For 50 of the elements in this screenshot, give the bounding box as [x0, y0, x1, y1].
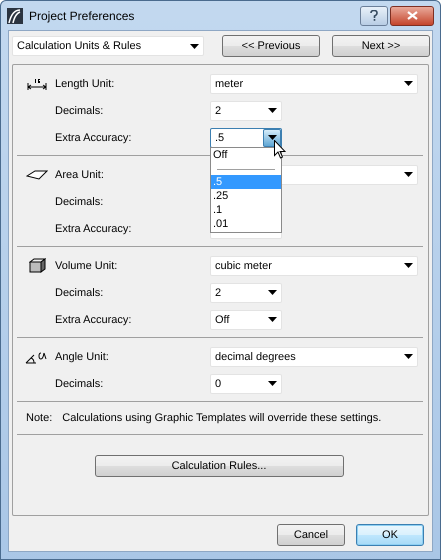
dropdown-field[interactable]: 2: [210, 282, 282, 302]
help-icon: [370, 10, 378, 21]
dropdown-field[interactable]: cubic meter: [210, 256, 418, 276]
caret-icon: [404, 81, 412, 86]
caret-icon: [190, 44, 198, 48]
dropdown-field[interactable]: decimal degrees: [210, 346, 418, 366]
dropdown-field[interactable]: Calculation Units & Rules: [12, 36, 204, 56]
caret-icon: [268, 290, 276, 295]
dropdown-option[interactable]: .1: [211, 202, 281, 216]
window-title: Project Preferences: [29, 8, 136, 22]
caret-icon: [268, 317, 276, 322]
calculation-rules-button[interactable]: Calculation Rules...: [94, 455, 344, 477]
note-label: Note:: [26, 412, 52, 424]
ok-button[interactable]: OK: [356, 524, 424, 546]
angle-icon: [25, 350, 49, 364]
caret-icon: [404, 354, 412, 359]
caret-icon: [404, 263, 412, 268]
parallelogram-icon: [26, 170, 48, 180]
dropdown-field[interactable]: Off: [210, 310, 282, 330]
cube-icon: [28, 258, 46, 273]
previous-button[interactable]: << Previous: [222, 35, 320, 57]
field-label: Angle Unit:: [55, 350, 110, 362]
cancel-button[interactable]: Cancel: [277, 524, 345, 546]
field-label: Decimals:: [55, 378, 104, 390]
field-label: Extra Accuracy:: [55, 314, 132, 326]
dropdown-option[interactable]: .25: [211, 188, 281, 202]
field-label: Length Unit:: [55, 78, 116, 90]
field-label: Decimals:: [55, 196, 104, 208]
caret-icon: [268, 381, 276, 386]
field-label: Decimals:: [55, 104, 104, 116]
field-label: Decimals:: [55, 286, 104, 298]
close-icon: [406, 11, 418, 20]
note-text: Calculations using Graphic Templates will override these settings.: [62, 412, 382, 424]
caret-icon: [268, 108, 276, 113]
app-logo-icon: [7, 8, 23, 24]
caret-icon: [268, 135, 276, 140]
next-button[interactable]: Next >>: [332, 35, 430, 57]
dropdown-field[interactable]: 0: [210, 374, 282, 394]
field-label: Extra Accuracy:: [55, 132, 132, 144]
close-button[interactable]: [390, 6, 434, 26]
field-label: Area Unit:: [55, 168, 105, 180]
field-label: Extra Accuracy:: [55, 222, 132, 234]
field-label: Volume Unit:: [55, 260, 118, 272]
dropdown-option[interactable]: .01: [211, 216, 281, 230]
caret-icon: [404, 172, 412, 177]
dropdown-field[interactable]: 2: [210, 100, 282, 120]
help-button[interactable]: [360, 6, 388, 26]
dropdown-field[interactable]: meter: [210, 74, 418, 94]
dimension-icon: [27, 78, 47, 90]
dropdown-field[interactable]: .5: [210, 128, 282, 148]
